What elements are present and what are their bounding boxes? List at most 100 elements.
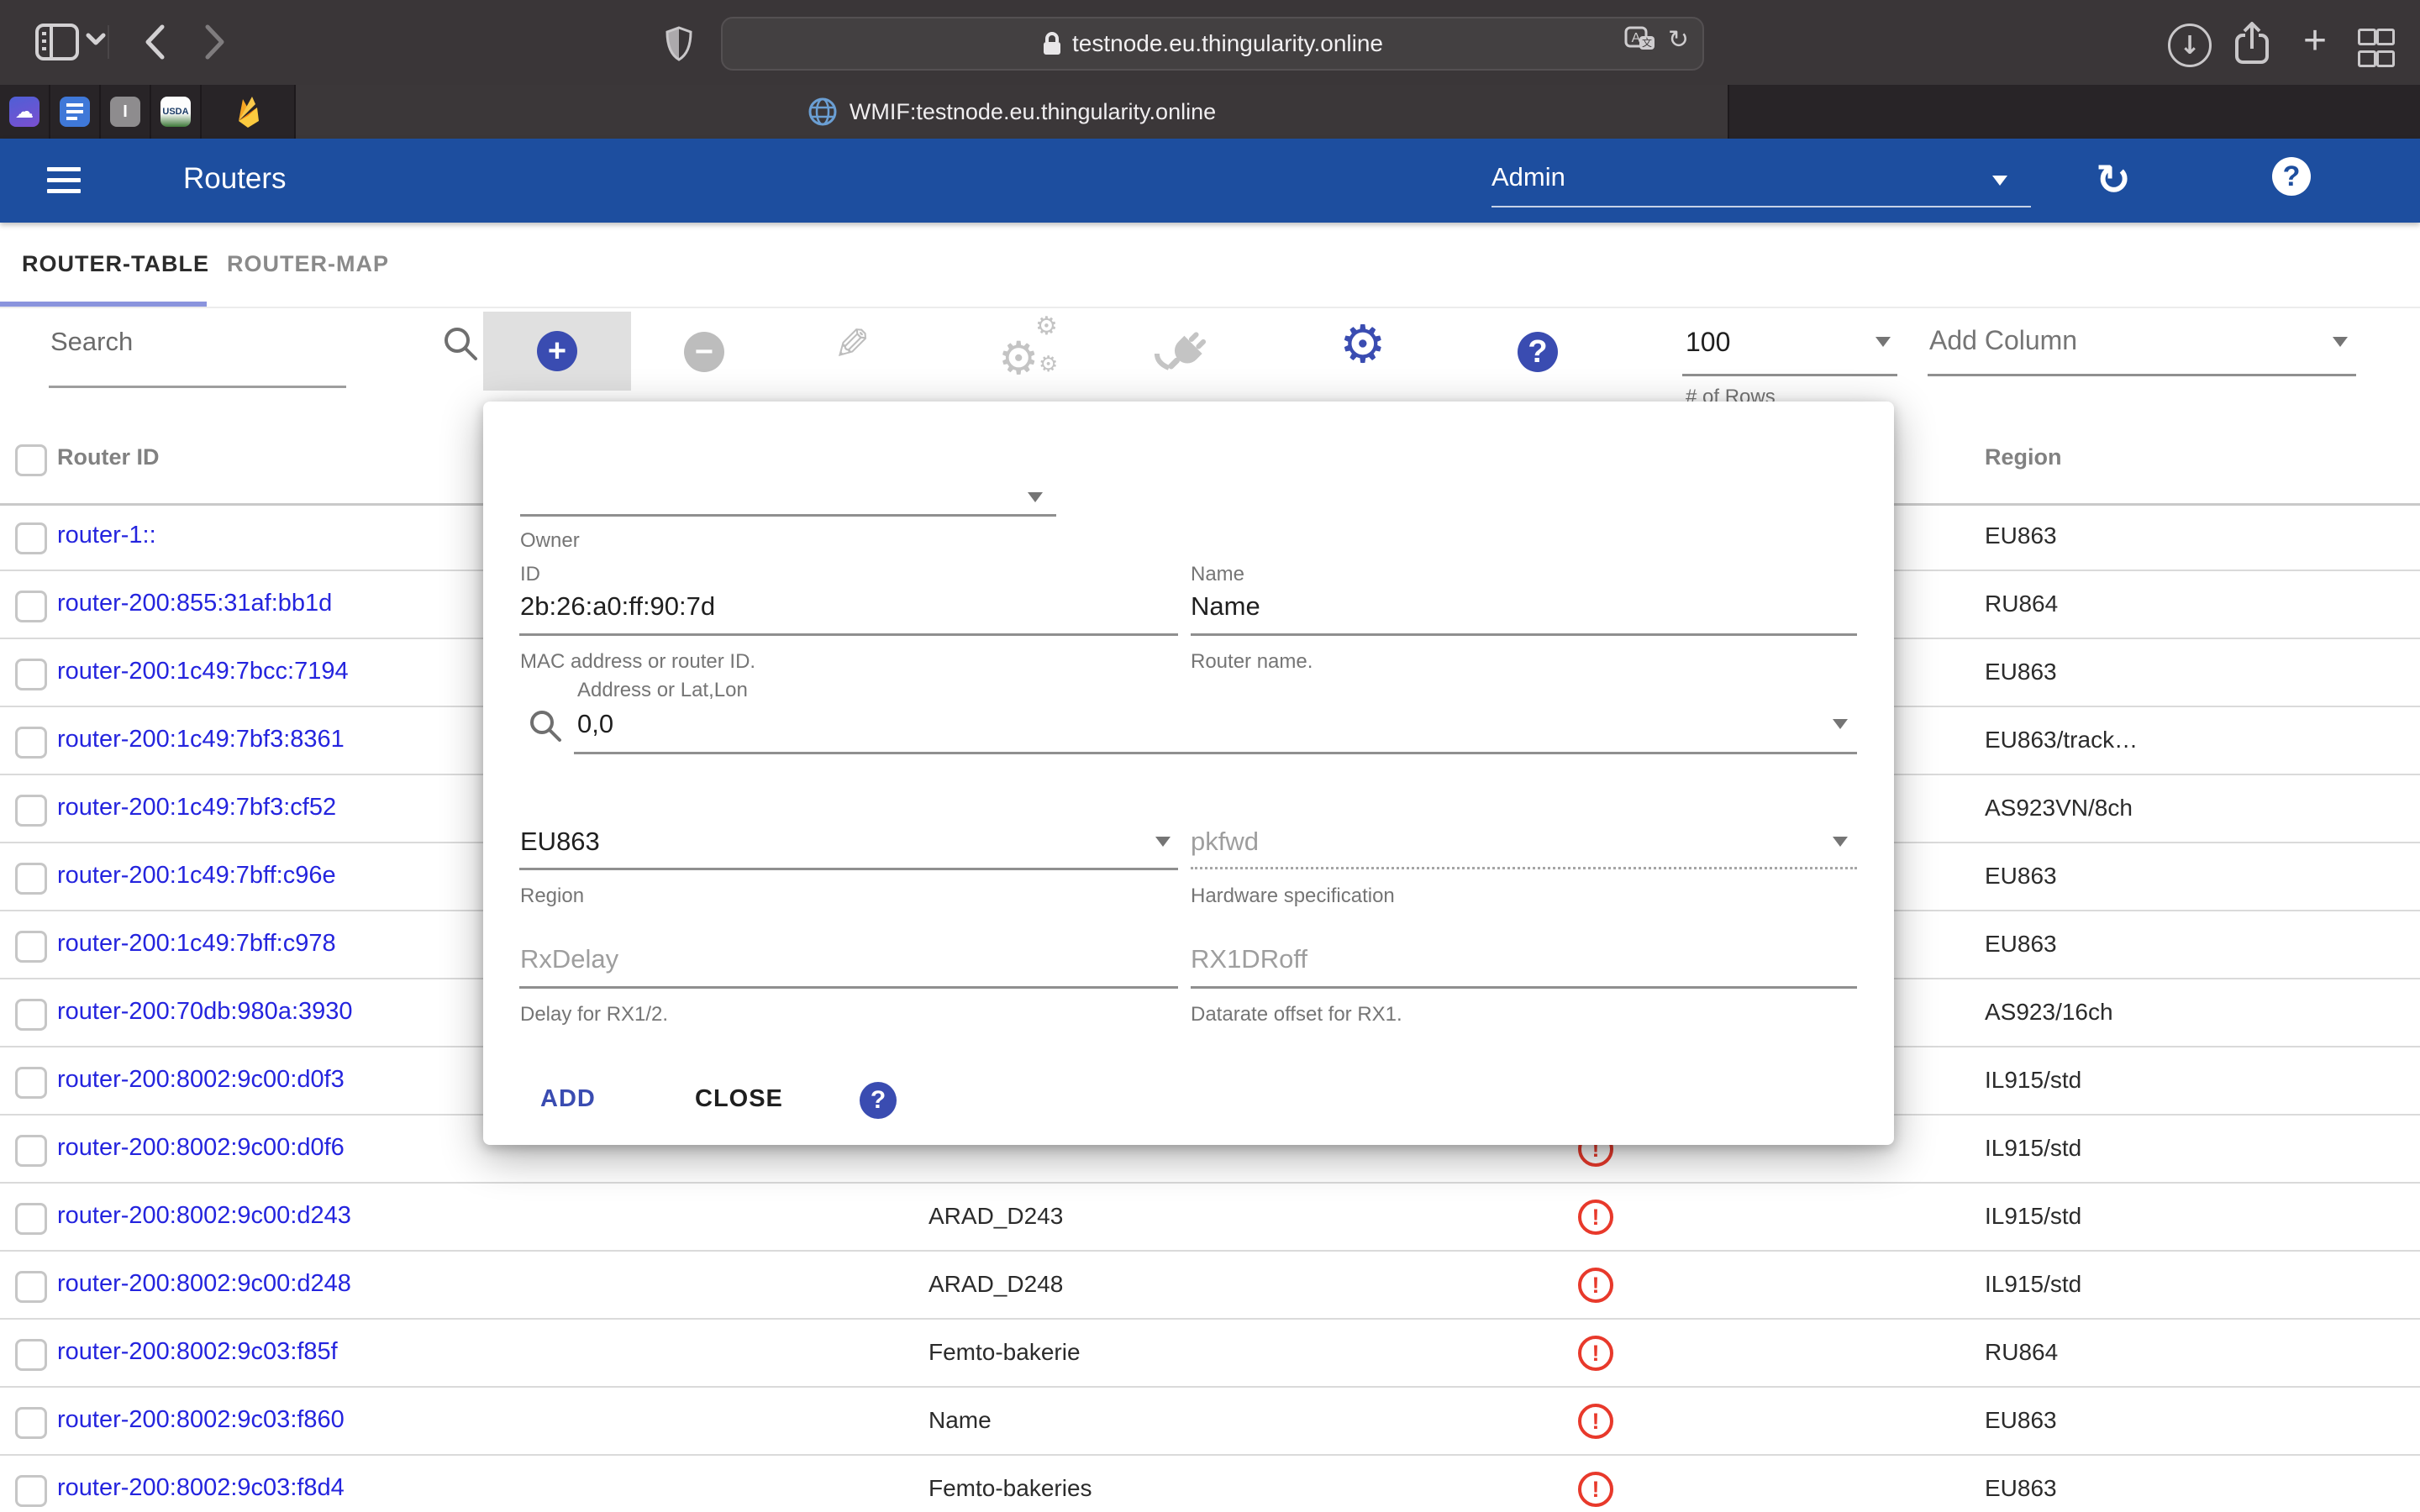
row-checkbox[interactable] bbox=[15, 1475, 47, 1507]
chevron-down-icon[interactable] bbox=[1833, 837, 1848, 847]
hardware-select-label: Hardware specification bbox=[1191, 885, 1395, 908]
address-bar[interactable]: testnode.eu.thingularity.online A文 ↻ bbox=[721, 17, 1704, 71]
row-checkbox[interactable] bbox=[15, 591, 47, 622]
settings-gear-icon[interactable]: ⚙ bbox=[1339, 313, 1386, 375]
tab-router-table[interactable]: ROUTER-TABLE bbox=[22, 223, 209, 305]
row-checkbox[interactable] bbox=[15, 1407, 47, 1439]
new-tab-button[interactable]: + bbox=[2296, 18, 2334, 62]
warning-icon[interactable]: ! bbox=[1578, 1472, 1613, 1507]
privacy-shield-icon[interactable] bbox=[662, 25, 696, 62]
router-id-link[interactable]: router-200:1c49:7bf3:cf52 bbox=[57, 775, 336, 840]
row-checkbox[interactable] bbox=[15, 795, 47, 827]
router-name-cell: ARAD_D248 bbox=[929, 1252, 1063, 1316]
tab-overview-button[interactable] bbox=[2358, 29, 2390, 67]
active-browser-tab[interactable]: WMIF:testnode.eu.thingularity.online bbox=[296, 85, 1729, 139]
table-row: router-200:8002:9c00:d248 ARAD_D248 ! IL… bbox=[0, 1252, 2420, 1320]
dialog-help-button[interactable]: ? bbox=[860, 1082, 897, 1119]
pinned-tab-info[interactable]: I bbox=[101, 85, 151, 139]
search-input[interactable]: Search bbox=[50, 327, 133, 357]
globe-icon bbox=[808, 97, 838, 127]
add-router-button[interactable]: + bbox=[483, 312, 631, 391]
router-id-link[interactable]: router-200:8002:9c00:d248 bbox=[57, 1252, 351, 1316]
id-field-label: ID bbox=[520, 563, 540, 586]
warning-icon[interactable]: ! bbox=[1578, 1200, 1613, 1235]
chevron-down-icon[interactable] bbox=[1028, 492, 1043, 502]
edit-pencil-icon[interactable]: ✎ bbox=[834, 320, 871, 370]
router-name-cell: Name bbox=[929, 1388, 992, 1452]
row-checkbox[interactable] bbox=[15, 863, 47, 895]
chevron-down-icon[interactable] bbox=[1833, 719, 1848, 729]
chevron-down-icon[interactable] bbox=[1155, 837, 1171, 847]
plus-circle-icon: + bbox=[537, 331, 577, 371]
rows-per-page-value: 100 bbox=[1686, 327, 1730, 358]
reload-icon[interactable]: ↻ bbox=[1668, 25, 1689, 55]
router-id-link[interactable]: router-200:855:31af:bb1d bbox=[57, 571, 332, 636]
row-checkbox[interactable] bbox=[15, 522, 47, 554]
id-field-input[interactable]: 2b:26:a0:ff:90:7d bbox=[520, 591, 715, 622]
tab-router-map[interactable]: ROUTER-MAP bbox=[227, 223, 389, 305]
row-checkbox[interactable] bbox=[15, 659, 47, 690]
router-id-link[interactable]: router-200:8002:9c03:f860 bbox=[57, 1388, 345, 1452]
forward-button[interactable] bbox=[195, 22, 235, 62]
router-id-link[interactable]: router-200:1c49:7bff:c96e bbox=[57, 843, 336, 908]
account-select[interactable]: Admin bbox=[1491, 157, 2031, 207]
chevron-down-icon bbox=[1876, 337, 1891, 347]
router-id-link[interactable]: router-200:8002:9c00:d0f3 bbox=[57, 1047, 345, 1112]
search-underline bbox=[49, 386, 346, 388]
row-checkbox[interactable] bbox=[15, 999, 47, 1031]
rxdelay-field-input[interactable]: RxDelay bbox=[520, 944, 618, 974]
back-button[interactable] bbox=[134, 22, 175, 62]
sidebar-chevron-down-icon[interactable] bbox=[86, 32, 106, 45]
rows-per-page-select[interactable]: 100 bbox=[1682, 315, 1897, 376]
address-field-input[interactable]: 0,0 bbox=[577, 709, 613, 739]
router-id-link[interactable]: router-200:8002:9c00:d0f6 bbox=[57, 1116, 345, 1180]
translate-icon[interactable]: A文 bbox=[1624, 26, 1656, 55]
region-select-value[interactable]: EU863 bbox=[520, 827, 600, 857]
remove-router-button[interactable]: − bbox=[684, 332, 724, 372]
pinned-tab-firebase[interactable] bbox=[202, 85, 296, 139]
row-checkbox[interactable] bbox=[15, 1339, 47, 1371]
share-button[interactable] bbox=[2233, 20, 2270, 66]
row-checkbox[interactable] bbox=[15, 931, 47, 963]
configure-gears-icon[interactable]: ⚙⚙⚙ bbox=[998, 317, 1065, 384]
toolbar-help-button[interactable]: ? bbox=[1518, 332, 1558, 372]
downloads-button[interactable]: ↓ bbox=[2168, 24, 2212, 67]
router-id-link[interactable]: router-200:1c49:7bcc:7194 bbox=[57, 639, 349, 704]
warning-icon[interactable]: ! bbox=[1578, 1404, 1613, 1439]
add-button[interactable]: ADD bbox=[540, 1085, 596, 1113]
sidebar-toggle-icon[interactable] bbox=[34, 22, 81, 62]
router-id-link[interactable]: router-200:8002:9c00:d243 bbox=[57, 1184, 351, 1248]
router-id-link[interactable]: router-200:8002:9c03:f85f bbox=[57, 1320, 338, 1384]
table-row: router-200:8002:9c03:f860 Name ! EU863 bbox=[0, 1388, 2420, 1456]
hardware-select-placeholder[interactable]: pkfwd bbox=[1191, 827, 1259, 857]
router-id-link[interactable]: router-1:: bbox=[57, 503, 156, 568]
row-checkbox[interactable] bbox=[15, 1203, 47, 1235]
router-id-link[interactable]: router-200:8002:9c03:f8d4 bbox=[57, 1456, 345, 1512]
router-region-cell: EU863 bbox=[1985, 1388, 2057, 1452]
pinned-tab-docs[interactable] bbox=[50, 85, 101, 139]
page-title: Routers bbox=[183, 162, 287, 196]
add-column-select[interactable]: Add Column bbox=[1928, 315, 2356, 376]
router-id-link[interactable]: router-200:1c49:7bf3:8361 bbox=[57, 707, 345, 772]
refresh-button[interactable]: ↻ bbox=[2096, 155, 2131, 204]
rx1droff-field-input[interactable]: RX1DRoff bbox=[1191, 944, 1307, 974]
select-all-checkbox[interactable] bbox=[15, 444, 47, 476]
row-checkbox[interactable] bbox=[15, 1067, 47, 1099]
firebase-flame-icon bbox=[235, 96, 260, 128]
name-field-input[interactable]: Name bbox=[1191, 591, 1260, 622]
menu-hamburger-icon[interactable] bbox=[47, 167, 81, 193]
pinned-tab-icloud[interactable]: ☁ bbox=[0, 85, 50, 139]
pinned-tab-usda[interactable]: USDA bbox=[151, 85, 202, 139]
address-field-label: Address or Lat,Lon bbox=[577, 679, 748, 702]
row-checkbox[interactable] bbox=[15, 1271, 47, 1303]
header-help-button[interactable]: ? bbox=[2272, 157, 2311, 196]
add-router-dialog: Owner ID 2b:26:a0:ff:90:7d MAC address o… bbox=[483, 402, 1894, 1145]
row-checkbox[interactable] bbox=[15, 1135, 47, 1167]
close-button[interactable]: CLOSE bbox=[695, 1085, 783, 1113]
row-checkbox[interactable] bbox=[15, 727, 47, 759]
warning-icon[interactable]: ! bbox=[1578, 1336, 1613, 1371]
router-id-link[interactable]: router-200:1c49:7bff:c978 bbox=[57, 911, 336, 976]
connector-plug-icon[interactable] bbox=[1153, 323, 1213, 388]
warning-icon[interactable]: ! bbox=[1578, 1268, 1613, 1303]
router-id-link[interactable]: router-200:70db:980a:3930 bbox=[57, 979, 353, 1044]
